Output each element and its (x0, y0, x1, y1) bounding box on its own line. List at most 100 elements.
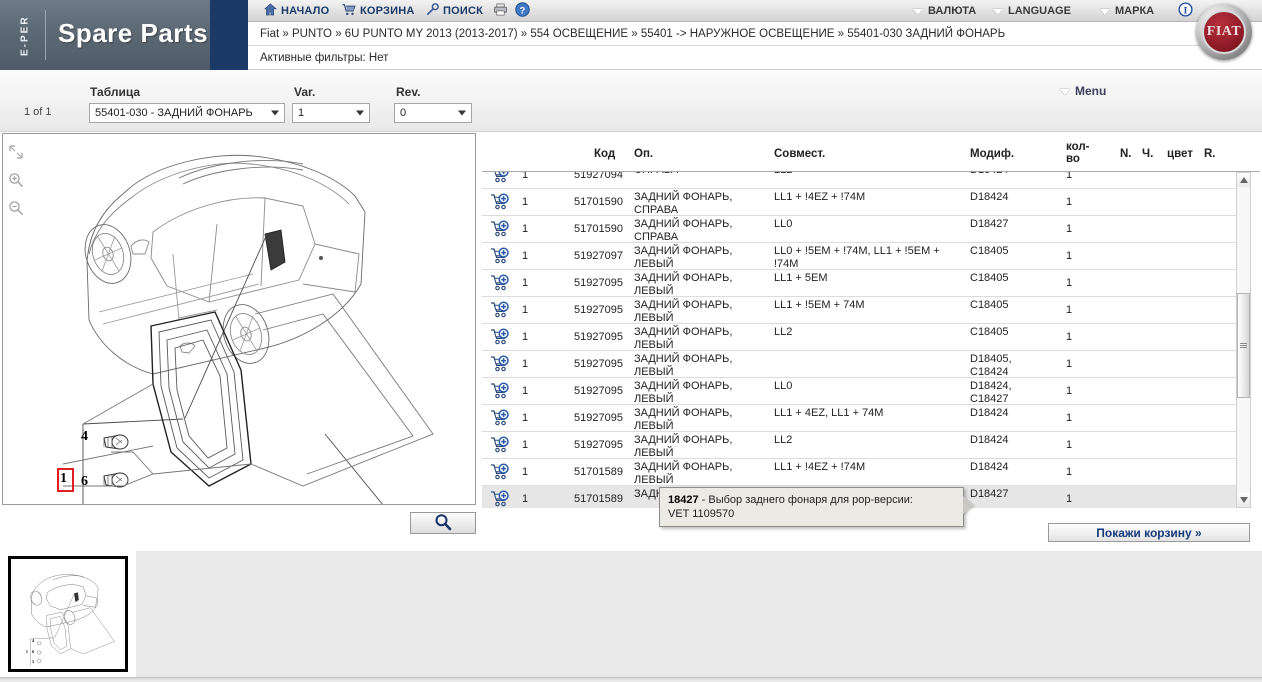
add-to-cart-button[interactable] (490, 172, 512, 186)
part-code: 51927095 (574, 412, 623, 424)
scroll-up-button[interactable] (1237, 173, 1250, 187)
table-row[interactable]: 1 51927095 ЗАДНИЙ ФОНАРЬ, ЛЕВЫЙ LL1 + 5EM C1… (482, 270, 1242, 297)
add-to-cart-button[interactable] (490, 328, 512, 348)
row-index: 1 (522, 493, 529, 505)
rev-select[interactable]: 0 (394, 103, 472, 123)
add-to-cart-icon (491, 328, 509, 345)
table-row[interactable]: 1 51927095 ЗАДНИЙ ФОНАРЬ, ЛЕВЫЙ LL0 D18424, … (482, 378, 1242, 405)
table-row[interactable]: 1 51701590 ЗАДНИЙ ФОНАРЬ, СПРАВА LL0 D18427 1 (482, 216, 1242, 243)
table-row[interactable]: 1 51701589 ЗАДНИЙ ФОНАРЬ, ЛЕВЫЙ LL1 + !4EZ … (482, 459, 1242, 486)
table-row[interactable]: 1 51927095 ЗАДНИЙ ФОНАРЬ, ЛЕВЫЙ LL2 D18424 1 (482, 432, 1242, 459)
part-quantity: 1 (1066, 331, 1073, 343)
col-header-qty[interactable]: кол-во (1066, 141, 1094, 165)
zoom-out-icon[interactable] (8, 200, 26, 218)
parts-diagram[interactable]: 1 4 6 5 3 2 (2, 133, 476, 505)
part-quantity: 1 (1066, 412, 1073, 424)
zoom-in-icon[interactable] (8, 172, 26, 190)
part-modifier[interactable]: D18405, C18424 (970, 352, 1050, 378)
table-row[interactable]: 1 51701590 ЗАДНИЙ ФОНАРЬ, СПРАВА LL1 + !4EZ… (482, 189, 1242, 216)
col-header-color[interactable]: цвет (1167, 148, 1193, 160)
add-to-cart-button[interactable] (490, 193, 512, 213)
parts-table-body[interactable]: 1 51927094 СПРАВА LL2 D18424 1 1 51701590 ЗАДНИЙ… (482, 172, 1242, 508)
add-to-cart-button[interactable] (490, 274, 512, 294)
table-row[interactable]: 1 51927095 ЗАДНИЙ ФОНАРЬ, ЛЕВЫЙ D18405, C18… (482, 351, 1242, 378)
callout-6[interactable]: 6 (81, 474, 88, 490)
add-to-cart-button[interactable] (490, 301, 512, 321)
part-description: ЗАДНИЙ ФОНАРЬ, ЛЕВЫЙ (634, 434, 733, 459)
part-description: ЗАДНИЙ ФОНАРЬ, СПРАВА (634, 191, 733, 216)
col-header-r[interactable]: R. (1204, 148, 1216, 160)
table-row[interactable]: 1 51927095 ЗАДНИЙ ФОНАРЬ, ЛЕВЫЙ LL1 + 4EZ, … (482, 405, 1242, 432)
part-modifier[interactable]: D18424, C18427 (970, 379, 1050, 405)
var-select[interactable]: 1 (292, 103, 370, 123)
tooltip-pointer (963, 496, 974, 514)
thumbnail-item[interactable]: 4 6 1 5 (8, 556, 128, 672)
diagram-search-button[interactable] (410, 512, 476, 534)
col-header-mod[interactable]: Модиф. (970, 148, 1014, 160)
callout-4[interactable]: 4 (81, 429, 88, 445)
add-to-cart-icon (491, 247, 509, 264)
page-counter: 1 of 1 (24, 106, 52, 118)
add-to-cart-button[interactable] (490, 382, 512, 402)
show-cart-button[interactable]: Покажи корзину » (1048, 523, 1250, 542)
chevron-down-icon (271, 110, 279, 116)
row-index: 1 (522, 304, 529, 316)
table-row[interactable]: 1 51927095 ЗАДНИЙ ФОНАРЬ, ЛЕВЫЙ LL1 + !5EM … (482, 297, 1242, 324)
part-modifier[interactable]: C18405 (970, 325, 1050, 339)
col-header-compat[interactable]: Совмест. (774, 148, 825, 160)
chevron-down-icon (458, 110, 466, 116)
table-row[interactable]: 1 51927095 ЗАДНИЙ ФОНАРЬ, ЛЕВЫЙ LL2 C18405 1 (482, 324, 1242, 351)
table-select-label: Таблица (90, 85, 141, 99)
add-to-cart-button[interactable] (490, 490, 512, 508)
add-to-cart-button[interactable] (490, 436, 512, 456)
part-quantity: 1 (1066, 493, 1073, 505)
col-header-code[interactable]: Код (594, 148, 615, 160)
part-modifier[interactable]: C18405 (970, 244, 1050, 258)
part-modifier[interactable]: D18424 (970, 433, 1050, 447)
table-control-bar-content: 1 of 1 Таблица 55401-030 - ЗАДНИЙ ФОНАРЬ… (0, 0, 1262, 123)
part-modifier[interactable]: C18405 (970, 271, 1050, 285)
part-description: СПРАВА (634, 172, 764, 177)
part-code: 51701590 (574, 196, 623, 208)
thumbnail-drawing: 4 6 1 5 (26, 574, 115, 666)
highlighted-callout-box[interactable] (57, 468, 74, 492)
part-modifier[interactable]: D18424 (970, 406, 1050, 420)
add-to-cart-button[interactable] (490, 355, 512, 375)
part-description: ЗАДНИЙ ФОНАРЬ, СПРАВА (634, 218, 733, 243)
add-to-cart-button[interactable] (490, 247, 512, 267)
col-header-op[interactable]: Оп. (634, 148, 653, 160)
part-modifier[interactable]: D18424 (970, 172, 1050, 177)
table-select[interactable]: 55401-030 - ЗАДНИЙ ФОНАРЬ (89, 103, 285, 123)
add-to-cart-icon (491, 409, 509, 426)
table-row[interactable]: 1 51927097 ЗАДНИЙ ФОНАРЬ, ЛЕВЫЙ LL0 + !5EM … (482, 243, 1242, 270)
row-index: 1 (522, 412, 529, 424)
col-header-n[interactable]: N. (1120, 148, 1132, 160)
part-quantity: 1 (1066, 466, 1073, 478)
part-quantity: 1 (1066, 196, 1073, 208)
fit-screen-icon[interactable] (8, 144, 26, 162)
part-quantity: 1 (1066, 223, 1073, 235)
part-compatibility: LL0 (774, 218, 793, 230)
add-to-cart-icon (491, 193, 509, 210)
col-header-ch[interactable]: Ч. (1142, 148, 1153, 160)
add-to-cart-icon (491, 274, 509, 291)
add-to-cart-button[interactable] (490, 463, 512, 483)
scroll-down-button[interactable] (1237, 493, 1250, 507)
part-modifier[interactable]: D18427 (970, 487, 1050, 501)
part-modifier[interactable]: D18424 (970, 460, 1050, 474)
part-code: 51927095 (574, 277, 623, 289)
part-modifier[interactable]: D18427 (970, 217, 1050, 231)
parts-table: Код Оп. Совмест. Модиф. кол-во N. Ч. цве… (482, 136, 1260, 508)
table-scrollbar[interactable] (1236, 172, 1251, 508)
add-to-cart-button[interactable] (490, 220, 512, 240)
part-modifier[interactable]: D18424 (970, 190, 1050, 204)
part-modifier[interactable]: C18405 (970, 298, 1050, 312)
add-to-cart-button[interactable] (490, 409, 512, 429)
menu-button[interactable]: Menu (1060, 84, 1106, 98)
scrollbar-thumb[interactable] (1237, 293, 1250, 398)
part-code: 51927095 (574, 331, 623, 343)
table-row[interactable]: 1 51927094 СПРАВА LL2 D18424 1 (482, 172, 1242, 189)
add-to-cart-icon (491, 220, 509, 237)
row-index: 1 (522, 466, 529, 478)
var-select-value: 1 (298, 107, 305, 119)
